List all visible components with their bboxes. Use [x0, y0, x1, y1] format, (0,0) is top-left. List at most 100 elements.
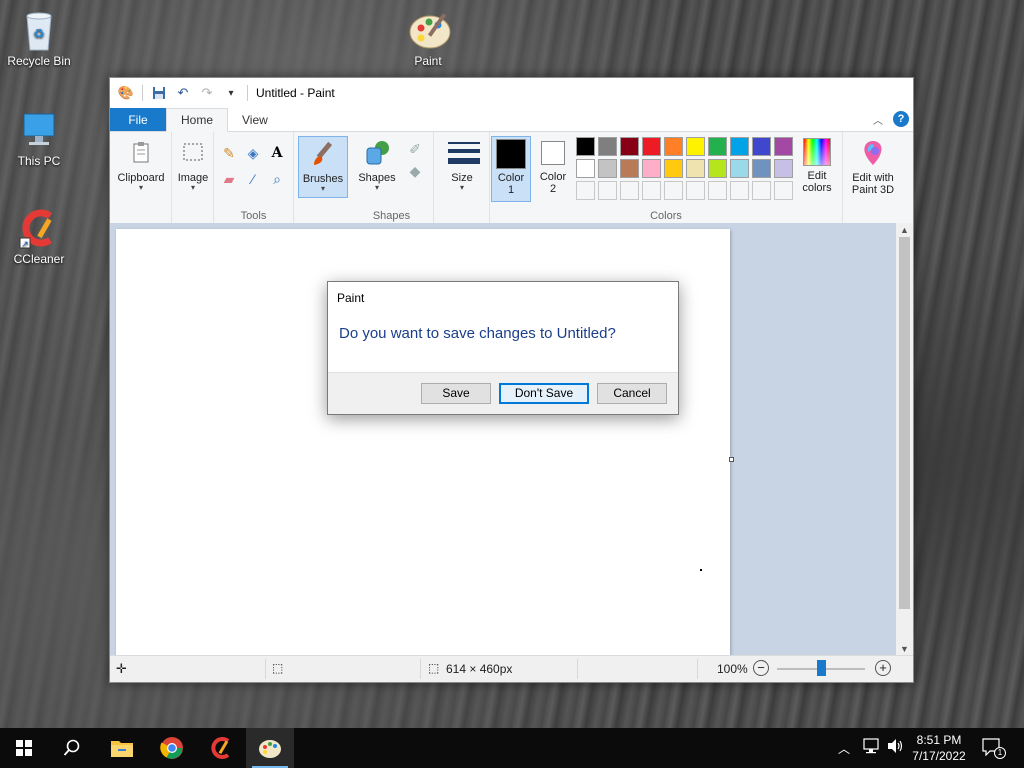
desktop-icon-this-pc[interactable]: This PC — [3, 108, 75, 168]
tab-file[interactable]: File — [110, 108, 166, 131]
custom-color-slot[interactable] — [730, 181, 749, 200]
color-swatch[interactable] — [598, 137, 617, 156]
fill-shape-icon[interactable]: ◆ — [406, 162, 424, 180]
color-swatch[interactable] — [664, 137, 683, 156]
windows-logo-icon — [16, 740, 32, 756]
custom-color-slot[interactable] — [664, 181, 683, 200]
tools-group-label: Tools — [240, 210, 267, 222]
color-swatch[interactable] — [730, 159, 749, 178]
zoom-in-icon[interactable]: + — [875, 660, 891, 676]
search-button[interactable] — [48, 728, 96, 768]
desktop-icon-recycle-bin[interactable]: ♻ Recycle Bin — [3, 8, 75, 68]
custom-color-slot[interactable] — [752, 181, 771, 200]
volume-icon[interactable] — [886, 738, 904, 768]
clock-date: 7/17/2022 — [912, 749, 966, 763]
pencil-icon[interactable]: ✎ — [220, 144, 238, 162]
undo-icon[interactable]: ↶ — [175, 85, 191, 101]
taskbar-paint[interactable] — [246, 728, 294, 768]
vertical-scrollbar[interactable]: ▲ ▼ — [896, 223, 913, 656]
clipboard-icon — [126, 138, 156, 168]
desktop-icon-paint[interactable]: Paint — [392, 8, 464, 68]
color-swatch[interactable] — [708, 159, 727, 178]
start-button[interactable] — [0, 728, 48, 768]
custom-color-slot[interactable] — [686, 181, 705, 200]
color-swatch[interactable] — [686, 159, 705, 178]
shapes-button[interactable]: Shapes ▾ — [352, 136, 402, 196]
network-icon[interactable] — [862, 738, 880, 768]
custom-color-slot[interactable] — [620, 181, 639, 200]
color-swatch[interactable] — [708, 137, 727, 156]
color-swatch[interactable] — [752, 137, 771, 156]
ccleaner-icon — [211, 737, 230, 759]
text-icon[interactable]: A — [268, 144, 286, 162]
tab-home[interactable]: Home — [166, 108, 229, 132]
show-hidden-icons-icon[interactable]: ︿ — [838, 740, 850, 768]
paint3d-icon — [858, 138, 888, 168]
divider — [247, 85, 248, 101]
zoom-slider-thumb[interactable] — [817, 660, 826, 676]
canvas-resize-handle[interactable] — [729, 457, 734, 462]
redo-icon[interactable]: ↷ — [199, 85, 215, 101]
folder-icon — [111, 741, 133, 757]
computer-icon — [18, 108, 60, 150]
color-swatch[interactable] — [664, 159, 683, 178]
tab-view[interactable]: View — [228, 108, 282, 131]
desktop-icon-label: Paint — [414, 54, 442, 68]
cancel-button[interactable]: Cancel — [597, 383, 667, 404]
color-picker-icon[interactable]: ⁄ — [244, 170, 262, 188]
clipboard-button[interactable]: Clipboard ▾ — [116, 136, 166, 196]
fill-icon[interactable]: ◈ — [244, 144, 262, 162]
color-swatch[interactable] — [686, 137, 705, 156]
divider — [577, 659, 578, 679]
eraser-icon[interactable]: ▰ — [220, 170, 238, 188]
color-swatch[interactable] — [598, 159, 617, 178]
color-swatch[interactable] — [752, 159, 771, 178]
clock[interactable]: 8:51 PM 7/17/2022 — [908, 732, 970, 768]
color1-label-b: 1 — [507, 184, 515, 196]
scroll-up-icon[interactable]: ▲ — [896, 223, 913, 237]
color-swatch[interactable] — [730, 137, 749, 156]
size-button[interactable]: Size ▾ — [437, 136, 487, 196]
color-swatch[interactable] — [774, 137, 793, 156]
color-swatch[interactable] — [620, 137, 639, 156]
desktop-icon-label: CCleaner — [13, 252, 65, 266]
taskbar-file-explorer[interactable] — [98, 728, 146, 768]
save-button[interactable]: Save — [421, 383, 491, 404]
color-swatch[interactable] — [642, 159, 661, 178]
custom-color-slot[interactable] — [774, 181, 793, 200]
color1-button[interactable]: Color 1 — [491, 136, 531, 202]
customize-quick-access-icon[interactable]: ▾ — [223, 85, 239, 101]
dont-save-button[interactable]: Don't Save — [499, 383, 589, 404]
taskbar-ccleaner[interactable] — [197, 728, 245, 768]
collapse-ribbon-icon[interactable]: ︿ — [873, 112, 883, 127]
magnifier-icon[interactable]: ⌕ — [268, 170, 286, 188]
color-swatch[interactable] — [774, 159, 793, 178]
color-swatch[interactable] — [642, 137, 661, 156]
help-icon[interactable]: ? — [893, 111, 909, 127]
image-button[interactable]: Image ▾ — [172, 136, 214, 196]
custom-color-slot[interactable] — [642, 181, 661, 200]
brushes-group: Brushes ▾ — [294, 132, 350, 224]
edit-with-paint3d-button[interactable]: Edit with Paint 3D — [847, 136, 899, 202]
custom-color-slot[interactable] — [576, 181, 595, 200]
color-swatch[interactable] — [620, 159, 639, 178]
custom-color-slot[interactable] — [598, 181, 617, 200]
save-icon[interactable] — [151, 85, 167, 101]
color-swatch[interactable] — [576, 137, 595, 156]
color2-button[interactable]: Color 2 — [534, 136, 572, 202]
notification-count: 1 — [994, 747, 1006, 759]
edit3d-label-b: Paint 3D — [851, 184, 895, 196]
taskbar-chrome[interactable] — [148, 728, 196, 768]
scrollbar-thumb[interactable] — [899, 237, 910, 609]
zoom-out-icon[interactable]: − — [753, 660, 769, 676]
edit-colors-button[interactable]: Edit colors — [794, 136, 840, 202]
notification-center-icon[interactable]: 1 — [982, 738, 1006, 759]
desktop-icon-ccleaner[interactable]: ↗ CCleaner — [3, 206, 75, 266]
scroll-down-icon[interactable]: ▼ — [896, 642, 913, 656]
brushes-button[interactable]: Brushes ▾ — [298, 136, 348, 198]
color-swatch[interactable] — [576, 159, 595, 178]
ccleaner-icon: ↗ — [18, 206, 60, 249]
outline-icon[interactable]: ✐ — [406, 140, 424, 158]
custom-color-slot[interactable] — [708, 181, 727, 200]
edit-colors-label-b: colors — [802, 182, 832, 194]
